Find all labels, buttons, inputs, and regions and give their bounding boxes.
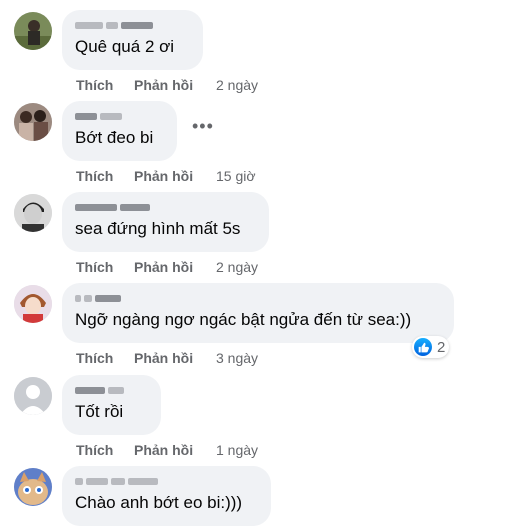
like-button[interactable]: Thích [76,350,134,366]
comment-timestamp[interactable]: 2 ngày [216,77,258,93]
avatar[interactable] [14,285,52,323]
avatar-photo-icon [14,194,52,232]
avatar-photo-icon [14,468,52,506]
avatar-photo-icon [14,103,52,141]
author-name-redacted[interactable] [75,17,190,33]
comment-text: Quê quá 2 ơi [75,37,175,56]
like-icon [414,338,432,356]
comment-bubble: Quê quá 2 ơi [62,10,203,70]
reaction-summary[interactable]: 2 [412,336,450,358]
like-button[interactable]: Thích [76,168,134,184]
comment-text: sea đứng hình mất 5s [75,219,241,238]
author-name-redacted[interactable] [75,199,256,215]
avatar-photo-icon [14,12,52,50]
author-name-redacted[interactable] [75,473,258,489]
reply-button[interactable]: Phản hồi [134,350,216,366]
reply-button[interactable]: Phản hồi [134,168,216,184]
comment-timestamp[interactable]: 2 ngày [216,259,258,275]
reply-button[interactable]: Phản hồi [134,259,216,275]
like-button[interactable]: Thích [76,442,134,458]
avatar[interactable] [14,194,52,232]
comment-text: Chào anh bớt eo bi:))) [75,493,243,512]
comment-text: Ngỡ ngàng ngơ ngác bật ngửa đến từ sea:)… [75,310,412,329]
comment-timestamp[interactable]: 3 ngày [216,350,258,366]
author-name-redacted[interactable] [75,108,164,124]
comment-bubble: Bớt đeo bi [62,101,177,161]
reply-button[interactable]: Phản hồi [134,77,216,93]
reply-button[interactable]: Phản hồi [134,442,216,458]
reaction-count: 2 [437,338,446,356]
like-button[interactable]: Thích [76,259,134,275]
comment-timestamp[interactable]: 15 giờ [216,168,256,184]
comment-timestamp[interactable]: 1 ngày [216,442,258,458]
comment-text: Tốt rồi [75,402,124,421]
more-options-button[interactable]: ••• [192,117,214,135]
comment-bubble: Ngỡ ngàng ngơ ngác bật ngửa đến từ sea:)… [62,283,454,343]
avatar[interactable] [14,377,52,415]
default-avatar-icon [14,377,52,415]
author-name-redacted[interactable] [75,290,441,306]
comment-bubble: Chào anh bớt eo bi:))) [62,466,271,526]
avatar-photo-icon [14,285,52,323]
like-button[interactable]: Thích [76,77,134,93]
avatar[interactable] [14,468,52,506]
comment-bubble: Tốt rồi [62,375,161,435]
comment-text: Bớt đeo bi [75,128,154,147]
avatar[interactable] [14,12,52,50]
author-name-redacted[interactable] [75,382,148,398]
comment-bubble: sea đứng hình mất 5s [62,192,269,252]
avatar[interactable] [14,103,52,141]
